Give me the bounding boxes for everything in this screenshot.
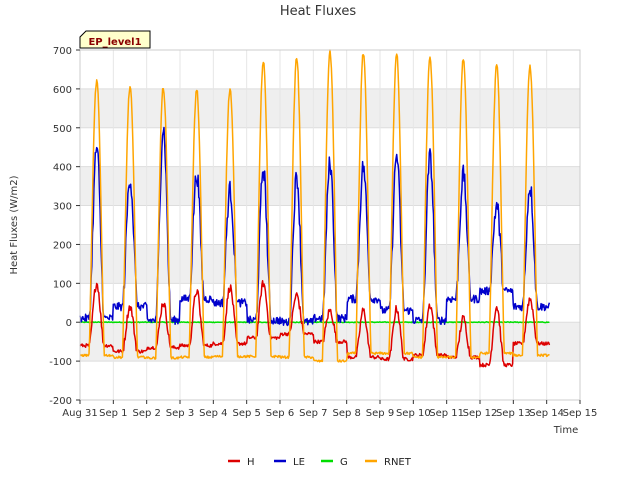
x-tick-label: Sep 2 xyxy=(132,408,160,419)
x-tick-label: Sep 12 xyxy=(463,408,498,419)
x-tick-label: Sep 9 xyxy=(366,408,394,419)
y-tick-label: 0 xyxy=(66,318,72,329)
x-tick-label: Sep 11 xyxy=(429,408,464,419)
y-axis-label: Heat Fluxes (W/m2) xyxy=(9,175,20,274)
legend-label-g: G xyxy=(340,457,348,468)
x-axis-label: Time xyxy=(553,425,578,436)
annotation-box: EP_level1 xyxy=(79,30,151,49)
y-tick-label: 300 xyxy=(53,202,72,213)
y-tick-label: 700 xyxy=(53,46,72,57)
y-tick-label: -200 xyxy=(49,396,72,407)
legend-label-le: LE xyxy=(293,457,305,468)
legend-label-h: H xyxy=(247,457,255,468)
y-tick-label: 400 xyxy=(53,163,72,174)
x-tick-label: Sep 15 xyxy=(563,408,598,419)
y-tick-label: 100 xyxy=(53,279,72,290)
legend-label-rnet: RNET xyxy=(384,457,412,468)
grid-band xyxy=(80,88,580,128)
x-tick-label: Sep 3 xyxy=(166,408,194,419)
y-tick-label: 200 xyxy=(53,240,72,251)
x-tick-label: Sep 10 xyxy=(396,408,431,419)
x-tick-label: Sep 13 xyxy=(496,408,531,419)
chart-title: Heat Fluxes xyxy=(280,4,357,19)
x-tick-label: Sep 4 xyxy=(199,408,227,419)
x-tick-label: Aug 31 xyxy=(62,408,97,419)
x-tick-label: Sep 14 xyxy=(529,408,564,419)
x-tick-label: Sep 5 xyxy=(232,408,260,419)
plot-background xyxy=(80,50,580,400)
series-line-g xyxy=(79,321,550,324)
x-tick-label: Sep 7 xyxy=(299,408,327,419)
legend: H LE G RNET xyxy=(228,457,412,468)
x-axis-ticks: Aug 31 Sep 1 Sep 2 Sep 3 Sep 4 Sep 5 Sep 6 Sep … xyxy=(62,400,597,419)
grid-band xyxy=(80,244,580,284)
grid-band xyxy=(80,322,580,362)
annotation-label: EP_level1 xyxy=(88,37,141,48)
y-axis-ticks: -200 -100 0 100 200 300 400 500 600 700 xyxy=(49,46,80,407)
x-tick-label: Sep 1 xyxy=(99,408,127,419)
x-tick-label: Sep 8 xyxy=(332,408,360,419)
y-tick-label: -100 xyxy=(49,357,72,368)
y-tick-label: 500 xyxy=(53,124,72,135)
x-tick-label: Sep 6 xyxy=(266,408,294,419)
y-tick-label: 600 xyxy=(53,85,72,96)
heat-flux-chart: -200-1000100200300400500600700 Aug 31 Sep… xyxy=(9,4,597,468)
